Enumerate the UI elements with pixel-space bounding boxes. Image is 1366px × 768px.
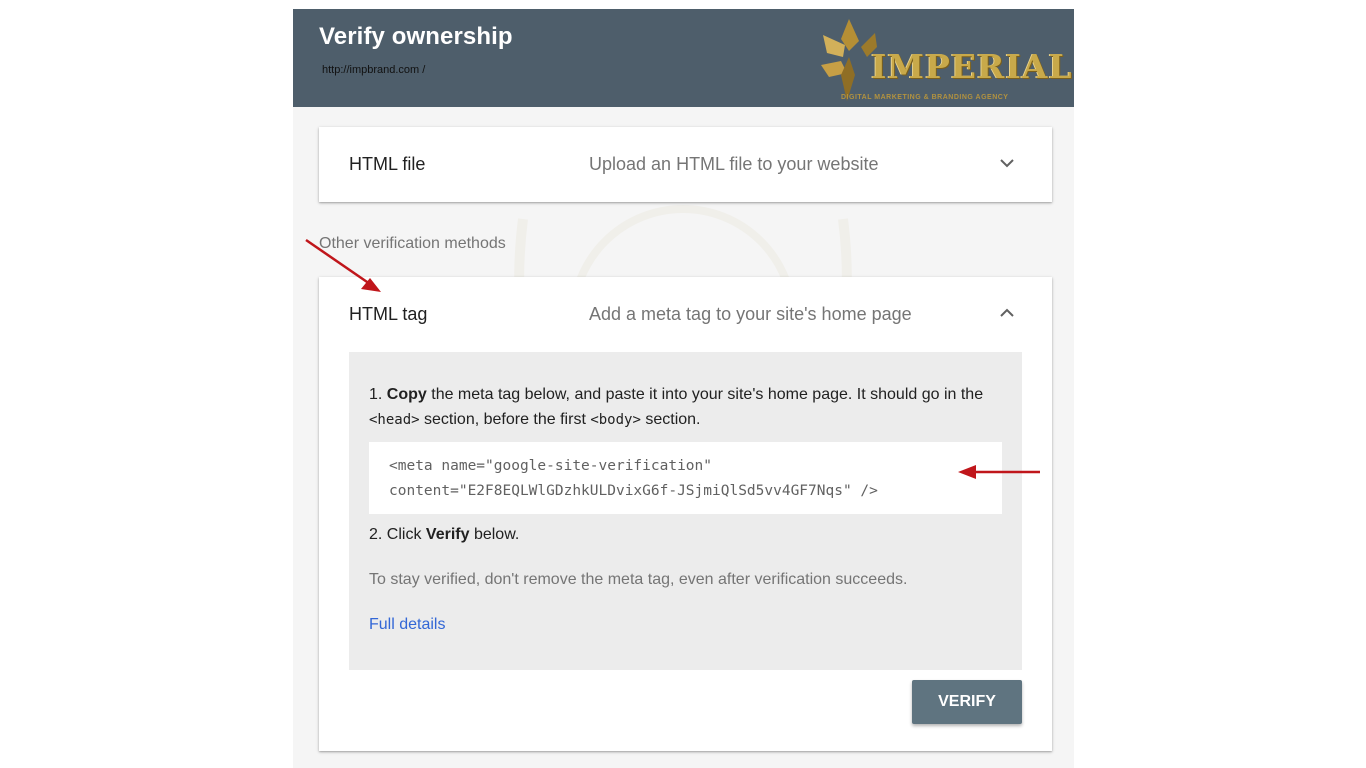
html-file-description: Upload an HTML file to your website — [589, 154, 879, 174]
html-tag-method-card: HTML tag Add a meta tag to your site's h… — [319, 277, 1052, 751]
full-details-link[interactable]: Full details — [369, 616, 445, 634]
step-2-text: 2. Click Verify below. — [369, 526, 520, 543]
logo-leaf-icon — [821, 19, 877, 101]
html-file-method-card[interactable]: HTML file Upload an HTML file to your we… — [319, 127, 1052, 202]
meta-tag-code[interactable]: <meta name="google-site-verification" con… — [389, 454, 878, 504]
imperial-logo: IMPERIAL DIGITAL MARKETING & BRANDING AG… — [819, 17, 1072, 105]
verify-ownership-dialog: Verify ownership http://impbrand.com / I… — [293, 9, 1074, 768]
verify-button[interactable]: VERIFY — [912, 680, 1022, 724]
chevron-up-icon[interactable] — [999, 305, 1015, 321]
chevron-down-icon[interactable] — [999, 155, 1015, 171]
dialog-title: Verify ownership — [319, 23, 513, 50]
meta-tag-code-box[interactable]: <meta name="google-site-verification" con… — [369, 442, 1002, 514]
step-1-text: 1. Copy the meta tag below, and paste it… — [369, 386, 984, 428]
stay-verified-note: To stay verified, don't remove the meta … — [369, 571, 908, 588]
html-tag-description: Add a meta tag to your site's home page — [589, 304, 912, 324]
html-tag-title: HTML tag — [349, 304, 428, 324]
dialog-header: Verify ownership http://impbrand.com / I… — [293, 9, 1074, 107]
html-file-title: HTML file — [349, 154, 426, 174]
instructions-panel: 1. Copy the meta tag below, and paste it… — [349, 352, 1022, 670]
other-methods-label: Other verification methods — [319, 235, 506, 252]
property-url: http://impbrand.com / — [322, 64, 426, 76]
